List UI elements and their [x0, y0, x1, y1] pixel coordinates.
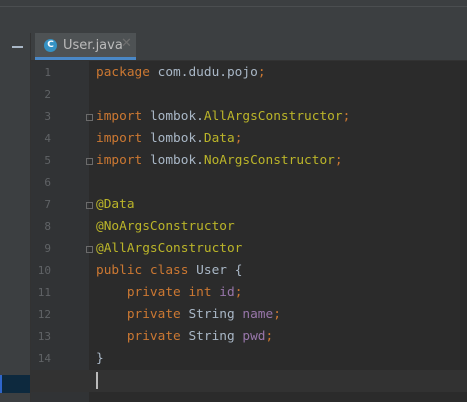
code-token: import: [96, 153, 150, 168]
code-token: lombok.: [149, 153, 204, 168]
code-line[interactable]: import lombok.NoArgsConstructor;: [96, 150, 343, 172]
code-line[interactable]: private int id;: [96, 282, 243, 304]
code-token: @AllArgsConstructor: [96, 241, 243, 256]
code-token: }: [96, 351, 104, 366]
code-token: lombok.: [149, 131, 204, 146]
line-number: 12: [37, 308, 51, 321]
code-line[interactable]: import lombok.AllArgsConstructor;: [96, 106, 350, 128]
code-line[interactable]: @AllArgsConstructor: [96, 238, 242, 260]
title-toolbar: [0, 0, 467, 34]
code-editor[interactable]: package com.dudu.pojo; import lombok.AllA…: [89, 61, 467, 402]
line-number: 6: [44, 176, 51, 189]
line-number: 7: [44, 198, 51, 211]
code-token: AllArgsConstructor: [203, 109, 343, 124]
code-line[interactable]: public class User {: [96, 260, 242, 282]
code-token: public class: [96, 263, 197, 278]
code-token: private int: [96, 285, 220, 300]
line-number: 4: [44, 132, 51, 145]
project-tree-selected-item[interactable]: [0, 375, 30, 393]
tab-file-name: User.java: [63, 38, 123, 53]
code-token: lombok.: [149, 109, 204, 124]
code-token: private: [96, 307, 189, 322]
code-token: Data: [203, 131, 235, 146]
editor-tab-bar: C User.java ✕: [31, 33, 467, 61]
code-token: import: [96, 109, 150, 124]
code-token: com.dudu.pojo: [157, 65, 258, 80]
java-class-icon: C: [44, 39, 57, 52]
toolbar-divider: [0, 6, 467, 7]
code-token: ;: [234, 285, 243, 300]
code-line[interactable]: @Data: [96, 194, 135, 216]
code-line[interactable]: @NoArgsConstructor: [96, 216, 235, 238]
minimize-icon[interactable]: [12, 46, 23, 48]
code-token: NoArgsConstructor: [203, 153, 335, 168]
line-number-gutter[interactable]: 123456789101112131415: [31, 61, 93, 402]
code-token: ;: [257, 65, 266, 80]
line-number: 14: [37, 352, 51, 365]
code-line[interactable]: }: [96, 348, 104, 370]
code-token: import: [96, 131, 150, 146]
code-line[interactable]: import lombok.Data;: [96, 128, 242, 150]
code-token: String: [188, 329, 243, 344]
text-caret: [96, 372, 98, 389]
line-number: 9: [44, 242, 51, 255]
code-token: ;: [265, 329, 274, 344]
code-token: private: [96, 329, 189, 344]
code-token: String: [188, 307, 243, 322]
code-token: ;: [334, 153, 343, 168]
line-number: 8: [44, 220, 51, 233]
line-number: 13: [37, 330, 51, 343]
active-tab-indicator: [35, 57, 136, 60]
line-number: 3: [44, 110, 51, 123]
line-number: 2: [44, 88, 51, 101]
code-token: id: [219, 285, 235, 300]
code-token: pwd: [242, 329, 266, 344]
line-number: 5: [44, 154, 51, 167]
line-number: 11: [37, 286, 51, 299]
code-token: @NoArgsConstructor: [96, 219, 235, 234]
code-line[interactable]: package com.dudu.pojo;: [96, 62, 266, 84]
code-line[interactable]: private String pwd;: [96, 326, 273, 348]
code-token: name: [242, 307, 274, 322]
line-number: 10: [37, 264, 51, 277]
code-token: ;: [342, 109, 351, 124]
code-token: User {: [196, 263, 243, 278]
code-line[interactable]: private String name;: [96, 304, 281, 326]
project-tool-window-strip: [0, 33, 31, 402]
code-token: package: [96, 65, 158, 80]
code-token: ;: [273, 307, 281, 322]
close-tab-icon[interactable]: ✕: [121, 36, 132, 51]
code-token: ;: [234, 131, 243, 146]
line-number: 1: [44, 66, 51, 79]
editor-tab-user-java[interactable]: C User.java ✕: [35, 33, 136, 60]
code-token: @Data: [96, 197, 135, 212]
